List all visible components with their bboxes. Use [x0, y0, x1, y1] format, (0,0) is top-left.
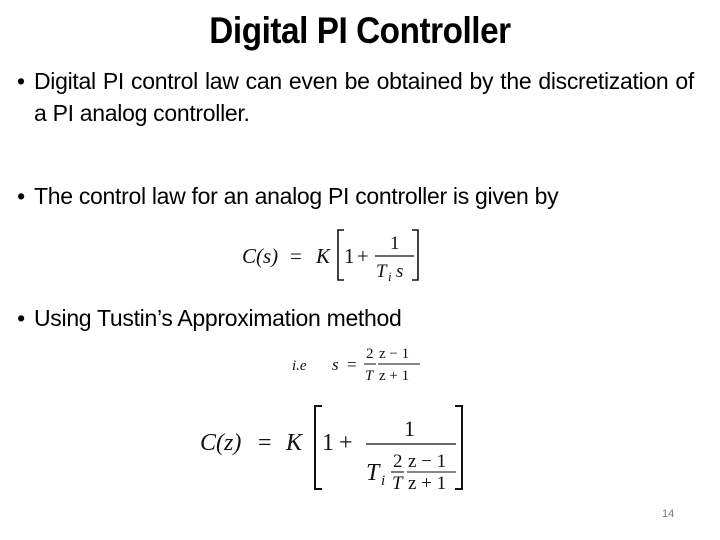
equation-tustin: i.e s = 2 T z − 1 z + 1 — [290, 342, 430, 393]
left-bracket — [314, 405, 322, 490]
equation-analog-pi: C(s) = K 1 + 1 T i s — [240, 224, 430, 291]
eq-one: 1 — [344, 244, 355, 268]
eq-frac2-num: z − 1 — [379, 346, 409, 362]
page-number: 14 — [662, 508, 675, 520]
equation-digital-pi-svg: C(z) = K 1 + 1 T i 2 T z − 1 z + 1 — [200, 405, 463, 494]
eq-den-frac2-num: z − 1 — [408, 451, 446, 472]
eq-gain: K — [315, 244, 331, 268]
bullet-item: • Using Tustin’s Approximation method — [10, 302, 700, 334]
eq-frac2-den: z + 1 — [379, 368, 409, 384]
eq-numerator: 1 — [404, 416, 415, 441]
bullet-marker: • — [17, 183, 25, 209]
eq-equals: = — [347, 355, 357, 374]
eq-prefix: i.e — [292, 358, 307, 374]
eq-den-frac1-den: T — [392, 473, 404, 494]
eq-den-sub: i — [381, 473, 385, 489]
eq-lhs: C(z) — [200, 430, 241, 456]
eq-frac1-den: T — [365, 368, 375, 384]
bullet-text: Digital PI control law can even be obtai… — [34, 68, 694, 126]
right-bracket — [455, 405, 463, 490]
eq-gain: K — [285, 430, 304, 456]
eq-denominator-T: T — [376, 261, 388, 282]
eq-lhs: C(s) — [242, 244, 278, 268]
eq-plus: + — [357, 244, 369, 268]
eq-numerator: 1 — [390, 233, 400, 254]
eq-plus: + — [339, 430, 353, 456]
eq-one: 1 — [322, 430, 334, 456]
eq-denominator-var: s — [396, 261, 403, 282]
bullet-item: • Digital PI control law can even be obt… — [10, 65, 694, 129]
equation-tustin-svg: i.e s = 2 T z − 1 z + 1 — [292, 346, 420, 384]
eq-lhs: s — [332, 355, 339, 374]
equation-digital-pi: C(z) = K 1 + 1 T i 2 T z − 1 z + 1 — [198, 402, 468, 499]
eq-den-frac1-num: 2 — [393, 451, 403, 472]
bullet-item: • The control law for an analog PI contr… — [10, 180, 700, 212]
bullet-text: Using Tustin’s Approximation method — [34, 305, 402, 331]
eq-equals: = — [290, 244, 302, 268]
right-bracket — [412, 229, 419, 281]
eq-den-frac2-den: z + 1 — [408, 473, 446, 494]
bullet-marker: • — [16, 68, 26, 94]
equation-analog-pi-svg: C(s) = K 1 + 1 T i s — [242, 229, 419, 284]
bullet-text: The control law for an analog PI control… — [34, 183, 559, 209]
eq-denominator-sub: i — [388, 269, 392, 284]
slide-title: Digital PI Controller — [209, 10, 511, 51]
bullet-marker: • — [17, 305, 25, 331]
eq-den-T: T — [366, 460, 381, 486]
eq-equals: = — [258, 430, 272, 456]
eq-frac1-num: 2 — [366, 346, 374, 362]
